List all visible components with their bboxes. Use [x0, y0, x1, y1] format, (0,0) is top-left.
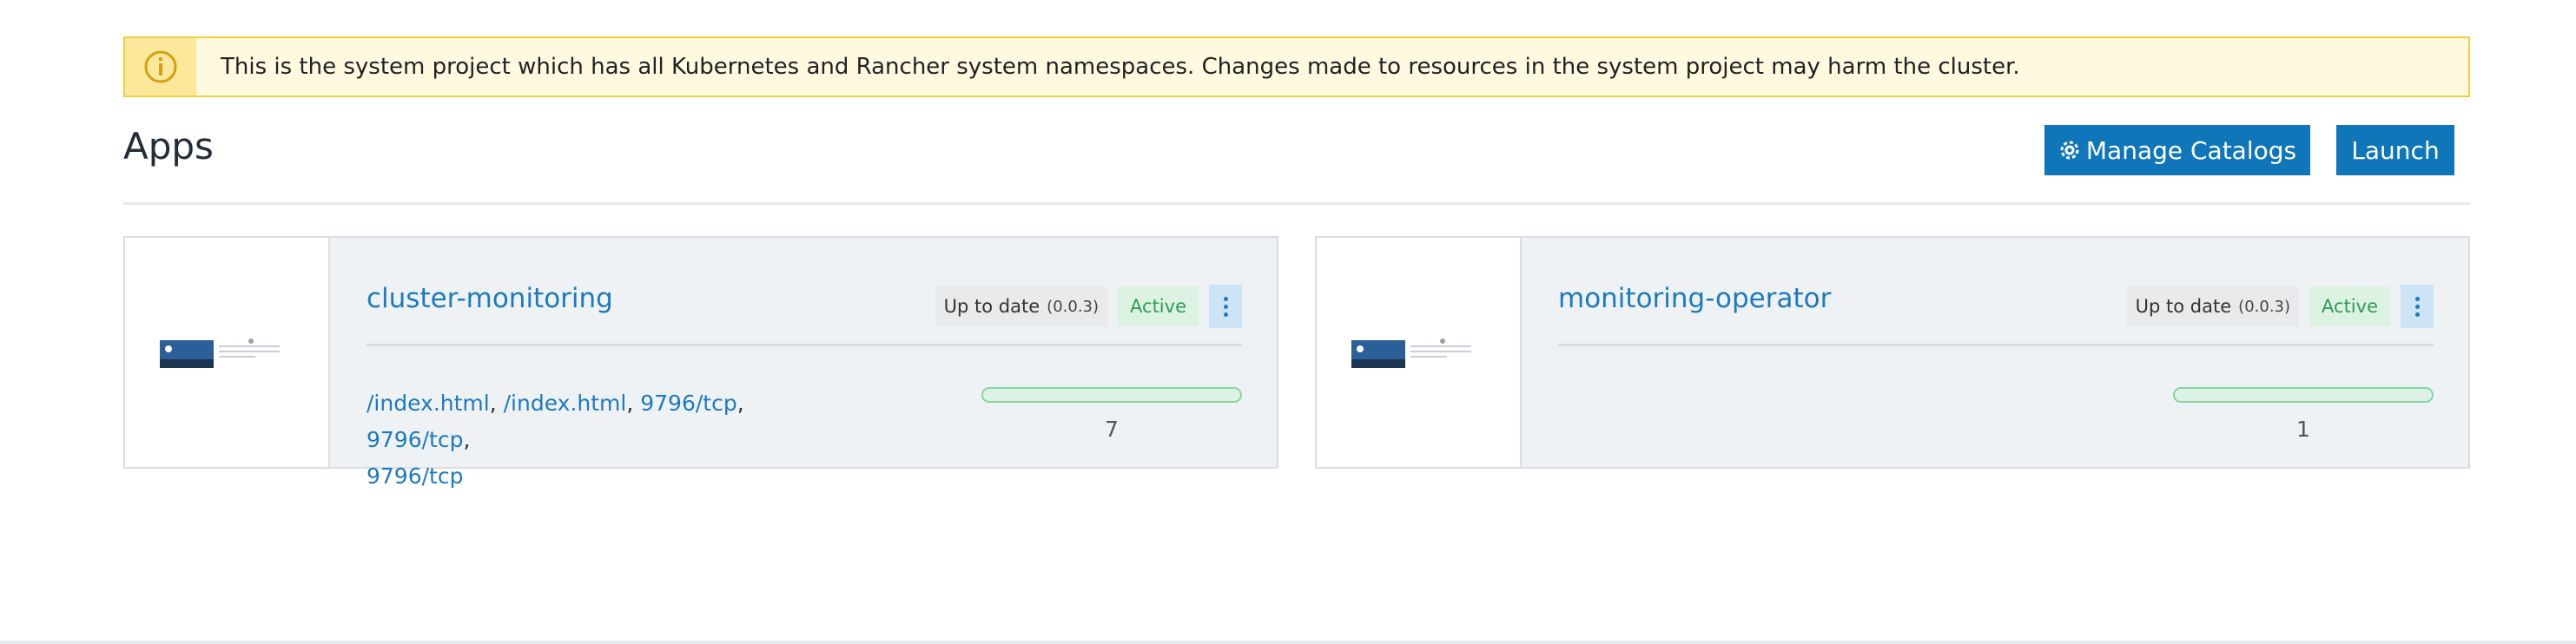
kebab-menu-button[interactable] — [2401, 285, 2434, 328]
status-badge: Active — [2309, 286, 2390, 326]
endpoint-link[interactable]: 9796/tcp — [367, 463, 463, 489]
endpoint-link[interactable]: 9796/tcp — [367, 427, 463, 452]
status-badge: Active — [1118, 286, 1199, 326]
app-name-link[interactable]: monitoring-operator — [1558, 283, 1831, 314]
logo-icon — [248, 338, 254, 344]
manage-catalogs-label: Manage Catalogs — [2085, 135, 2297, 165]
system-project-banner: This is the system project which has all… — [123, 36, 2470, 97]
info-icon — [125, 38, 196, 95]
page-title: Apps — [123, 125, 214, 168]
endpoint-list: /index.html, /index.html, 9796/tcp, 9796… — [367, 391, 744, 489]
update-status-badge: Up to date (0.0.3) — [2126, 286, 2300, 326]
logo-icon — [1440, 338, 1445, 344]
pod-progress-bar — [981, 387, 1242, 403]
app-thumbnail[interactable] — [125, 238, 330, 467]
endpoint-link[interactable]: /index.html — [367, 391, 490, 416]
pod-progress-bar — [2173, 387, 2434, 403]
app-logo — [160, 340, 214, 368]
version-label: (0.0.3) — [1047, 297, 1100, 316]
gear-icon — [2060, 141, 2079, 160]
launch-button[interactable]: Launch — [2336, 125, 2454, 175]
app-logo — [1351, 340, 1405, 368]
workload-count: 7 — [1105, 417, 1119, 442]
update-status-badge: Up to date (0.0.3) — [935, 286, 1108, 326]
app-name-link[interactable]: cluster-monitoring — [367, 283, 613, 314]
kebab-menu-button[interactable] — [1209, 285, 1242, 328]
footer-divider — [0, 641, 2576, 644]
header-divider — [123, 202, 2470, 205]
version-label: (0.0.3) — [2238, 297, 2291, 316]
app-thumbnail[interactable] — [1317, 238, 1522, 467]
manage-catalogs-button[interactable]: Manage Catalogs — [2044, 125, 2310, 175]
endpoint-link[interactable]: 9796/tcp — [640, 391, 736, 416]
endpoint-link[interactable]: /index.html — [504, 391, 627, 416]
app-card-cluster-monitoring: cluster-monitoring Up to date (0.0.3) Ac… — [123, 236, 1278, 489]
banner-message: This is the system project which has all… — [221, 54, 2020, 80]
app-card-monitoring-operator: monitoring-operator Up to date (0.0.3) A… — [1315, 236, 2470, 469]
workload-count: 1 — [2296, 417, 2310, 442]
